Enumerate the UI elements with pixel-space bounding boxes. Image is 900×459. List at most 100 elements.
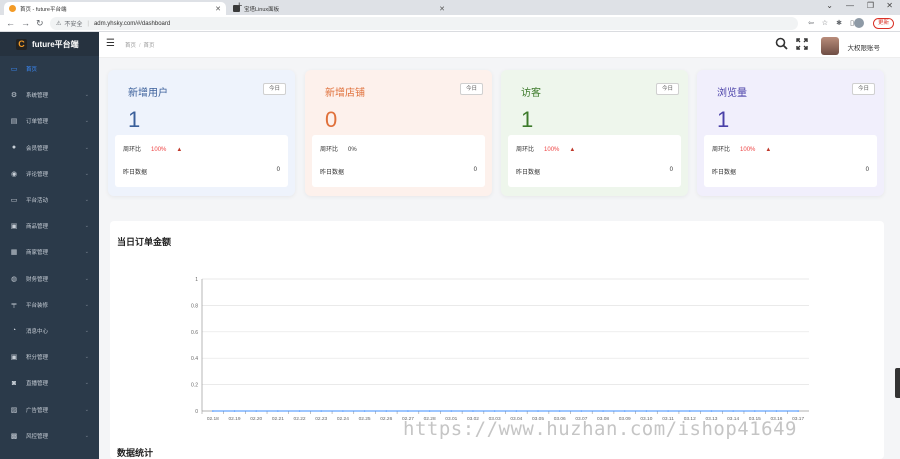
restore-icon[interactable]: ❐ [867, 1, 874, 10]
hamburger-menu-icon[interactable]: ☰ [106, 39, 115, 49]
reload-icon[interactable]: ↻ [36, 18, 44, 29]
period-tag-button[interactable]: 今日 [851, 83, 875, 95]
close-window-icon[interactable]: ✕ [886, 1, 893, 10]
sidebar-item[interactable]: ▭ 平台活动 ⌄ [0, 187, 99, 213]
stats-section-title: 数据统计 [117, 448, 154, 458]
data-point [515, 410, 518, 412]
x-tick-label: 02.23 [315, 416, 327, 422]
chevron-down-icon: ⌄ [84, 354, 89, 361]
yesterday-value: 0 [276, 167, 280, 173]
y-tick-label: 0.4 [191, 356, 198, 362]
sidebar-item[interactable]: ▦ 商家管理 ⌄ [0, 239, 99, 265]
profile-avatar-icon[interactable] [854, 18, 864, 28]
yesterday-value: 0 [865, 167, 869, 173]
sidebar-item[interactable]: ╤ 平台装修 ⌄ [0, 292, 99, 318]
sidebar-item-label: 首页 [26, 67, 38, 74]
sidebar-item-label: 积分管理 [26, 355, 49, 362]
stat-card: 浏览量 今日 1 周环比 100% ▲ 昨日数据 0 [697, 70, 884, 196]
sidebar-item[interactable]: ▭ 首页 [0, 56, 99, 82]
sidebar-item[interactable]: ⚙ 系统管理 ⌄ [0, 82, 99, 108]
document-icon: ▤ [10, 118, 18, 126]
side-drawer-handle[interactable] [895, 368, 900, 398]
browser-tab[interactable]: 宝塔Linux面板 ✕ [228, 2, 450, 15]
tab-close-icon[interactable]: ✕ [439, 5, 445, 13]
brand[interactable]: C future平台端 [0, 32, 99, 56]
comment-icon: ◉ [10, 170, 18, 178]
chevron-down-icon: ⌄ [84, 275, 89, 282]
tab-close-icon[interactable]: ✕ [215, 5, 221, 13]
data-point [385, 410, 388, 412]
browser-tab-active[interactable]: 首页 - future平台端 ✕ [4, 2, 226, 15]
sidebar-item[interactable]: ◙ 直播管理 ⌄ [0, 370, 99, 396]
brand-logo-icon: C [16, 38, 27, 50]
x-tick-label: 02.24 [337, 416, 349, 422]
x-tick-label: 02.20 [250, 416, 262, 422]
x-tick-label: 02.21 [272, 416, 284, 422]
data-point [472, 410, 474, 412]
search-icon[interactable] [775, 37, 788, 53]
sidebar-item[interactable]: ▩ 风控管理 ⌄ [0, 423, 99, 449]
sidebar-item[interactable]: ▤ 订单管理 ⌄ [0, 108, 99, 134]
sidebar-item[interactable]: ◍ 财务管理 ⌄ [0, 266, 99, 292]
trend-up-icon: ▲ [569, 147, 576, 153]
update-button[interactable]: 更新 [872, 18, 894, 29]
yesterday-label: 昨日数据 [712, 170, 737, 176]
extensions-icon[interactable]: ✱ [836, 19, 842, 27]
sidebar-item[interactable]: ◉ 评论管理 ⌄ [0, 161, 99, 187]
tab-search-icon[interactable]: ⌄ [826, 1, 833, 10]
address-bar[interactable]: ⚠ 不安全 | adm.yhsky.com/#/dashboard [50, 17, 798, 30]
sidebar-item[interactable]: ◔ 消息中心 ⌄ [0, 318, 99, 344]
username[interactable]: 大权限账号 [848, 42, 881, 52]
yesterday-value: 0 [669, 167, 673, 173]
sidebar-item-label: 消息中心 [26, 328, 49, 335]
live-icon: ◙ [11, 379, 17, 387]
week-ratio-row: 周环比 100% ▲ [123, 144, 182, 153]
back-icon[interactable]: ← [6, 18, 15, 29]
fullscreen-icon[interactable] [796, 38, 808, 53]
data-point [298, 410, 301, 412]
sidebar-item[interactable]: ▨ 广告管理 ⌄ [0, 396, 99, 422]
decorate-icon: ╤ [11, 301, 17, 309]
x-tick-label: 02.22 [294, 416, 306, 422]
stat-card-details: 周环比 100% ▲ 昨日数据 0 [704, 135, 877, 187]
insecure-warning-icon[interactable]: ⚠ [56, 20, 61, 27]
data-point [580, 410, 583, 412]
share-icon[interactable]: ⇦ [808, 19, 814, 27]
yesterday-value: 0 [473, 167, 477, 173]
chevron-down-icon: ⌄ [84, 144, 89, 151]
data-point [602, 410, 604, 412]
trend-up-icon: ▲ [765, 147, 772, 153]
period-tag-button[interactable]: 今日 [655, 83, 679, 95]
screen-icon: ▭ [10, 197, 18, 205]
stat-card-title: 浏览量 [717, 88, 747, 99]
week-ratio-value: 100% [740, 147, 756, 153]
period-tag-button[interactable]: 今日 [262, 83, 286, 95]
breadcrumb-item-current: 首页 [143, 43, 155, 49]
sidebar-item[interactable]: ▣ 积分管理 ⌄ [0, 344, 99, 370]
sidebar-item-label: 广告管理 [26, 407, 49, 414]
stat-card-value: 1 [128, 107, 141, 132]
forward-icon[interactable]: → [21, 18, 30, 29]
bookmark-star-icon[interactable]: ☆ [822, 19, 828, 27]
sidebar: C future平台端 ▭ 首页 ⚙ 系统管理 ⌄ ▤ 订单管理 ⌄ ● 会员管理 ⌄ ◉ 评论管理 ⌄ ▭… [0, 32, 99, 459]
url-text: adm.yhsky.com/#/dashboard [93, 20, 171, 27]
y-tick-label: 0.8 [191, 303, 198, 309]
gear-icon: ⚙ [10, 92, 18, 100]
chevron-down-icon: ⌄ [84, 92, 89, 99]
avatar[interactable] [821, 37, 839, 55]
minimize-icon[interactable]: — [846, 1, 854, 10]
gift-icon: ▣ [10, 223, 18, 231]
y-tick-label: 0.6 [191, 330, 198, 336]
stat-card-value: 1 [717, 107, 730, 132]
data-point [797, 410, 799, 412]
breadcrumb-item[interactable]: 首页 [125, 43, 136, 49]
watermark-text: https://www.huzhan.com/ishop41649 [403, 418, 797, 440]
points-icon: ▣ [10, 354, 18, 362]
period-tag-button[interactable]: 今日 [459, 83, 483, 95]
sidebar-item[interactable]: ● 会员管理 ⌄ [0, 135, 99, 161]
new-tab-icon[interactable]: + [236, 0, 242, 12]
sidebar-item[interactable]: ▣ 商品管理 ⌄ [0, 213, 99, 239]
data-point [363, 410, 366, 412]
y-tick-label: 0 [195, 409, 198, 415]
breadcrumb: 首页 / 首页 [125, 43, 155, 49]
